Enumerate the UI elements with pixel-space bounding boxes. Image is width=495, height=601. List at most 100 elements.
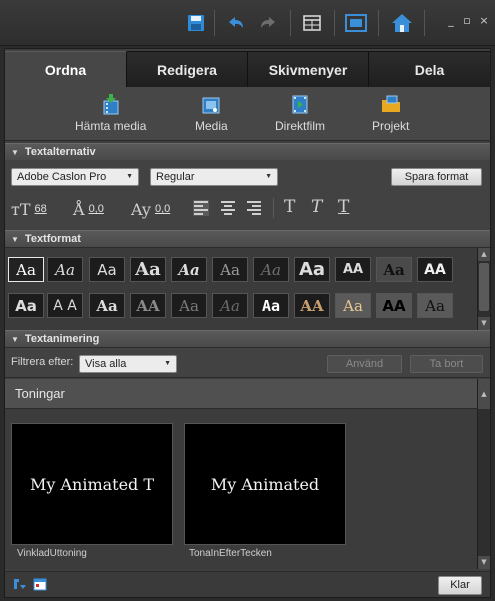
project-label: Projekt <box>372 119 410 133</box>
dropdown-arrow-icon: ▼ <box>164 360 171 367</box>
text-style-swatch[interactable]: Aa <box>8 257 44 282</box>
font-family-value: Adobe Caslon Pro <box>17 171 107 183</box>
text-style-swatch[interactable]: AA <box>376 293 412 318</box>
animation-thumbnail[interactable]: My Animated T <box>11 423 173 545</box>
text-format-header[interactable]: ▼ Textformat <box>5 230 490 248</box>
italic-text-icon[interactable]: T <box>311 197 322 217</box>
text-animation-header[interactable]: ▼ Textanimering <box>5 330 490 348</box>
organizer-panel: Ordna Redigera Skivmenyer Dela Hämta med… <box>4 48 491 598</box>
calendar-icon[interactable] <box>33 577 47 591</box>
align-center-icon[interactable] <box>221 201 237 215</box>
scrollbar-thumb[interactable] <box>479 263 489 311</box>
animation-thumbnail[interactable]: My Animated <box>184 423 346 545</box>
redo-icon[interactable] <box>256 11 280 35</box>
font-size-control[interactable]: ᴛT 68 <box>11 199 47 219</box>
text-style-swatch[interactable]: AA <box>130 293 166 318</box>
text-style-swatch[interactable]: Aa <box>335 293 371 318</box>
tab-bar: Ordna Redigera Skivmenyer Dela <box>5 51 490 87</box>
close-button[interactable]: × <box>477 14 491 28</box>
scroll-down-icon[interactable]: ▼ <box>478 317 490 330</box>
kerning-icon: Ay <box>131 199 151 219</box>
animation-gallery: Toningar My Animated T VinkladUttoning M… <box>5 379 490 569</box>
text-style-swatch[interactable]: Aa <box>171 293 207 318</box>
text-style-swatch[interactable]: Aa <box>171 257 207 282</box>
text-style-swatch[interactable]: Aa <box>294 257 330 282</box>
leading-value[interactable]: 0,0 <box>89 203 104 215</box>
tab-dela[interactable]: Dela <box>369 51 490 87</box>
text-style-swatch[interactable]: Aa <box>376 257 412 282</box>
text-style-swatch[interactable]: Aa <box>417 293 453 318</box>
text-animation-title: Textanimering <box>24 333 100 345</box>
text-style-swatch[interactable]: Aa <box>130 257 166 282</box>
text-style-swatch[interactable]: Aa <box>212 257 248 282</box>
text-style-swatch[interactable]: AA <box>294 293 330 318</box>
leading-icon: Å <box>73 199 85 219</box>
text-style-swatch[interactable]: Aa <box>212 293 248 318</box>
project-folder-icon <box>381 95 400 112</box>
bold-text-icon[interactable]: T <box>284 197 295 217</box>
text-style-swatch[interactable]: Aa <box>253 257 289 282</box>
apply-button[interactable]: Använd <box>327 355 402 373</box>
expand-panel-icon[interactable] <box>13 577 27 591</box>
text-style-swatch[interactable]: Aa <box>47 257 83 282</box>
remove-button[interactable]: Ta bort <box>410 355 483 373</box>
text-style-swatch[interactable]: Aa <box>89 257 125 282</box>
text-style-swatch[interactable]: Aa <box>8 293 44 318</box>
text-options-section: Adobe Caslon Pro ▼ Regular ▼ Spara forma… <box>5 160 490 230</box>
minimize-button[interactable]: _ <box>444 14 458 28</box>
save-icon[interactable] <box>184 11 208 35</box>
grid-view-icon[interactable] <box>300 11 324 35</box>
kerning-control[interactable]: Ay 0,0 <box>131 199 170 219</box>
text-style-swatch[interactable]: Aa <box>89 293 125 318</box>
text-style-swatch[interactable]: Aa <box>253 293 289 318</box>
text-options-title: Textalternativ <box>24 146 96 158</box>
instant-movie-button[interactable]: Direktfilm <box>275 93 325 133</box>
project-button[interactable]: Projekt <box>372 93 409 133</box>
font-style-dropdown[interactable]: Regular ▼ <box>150 168 278 186</box>
collapse-arrow-icon: ▼ <box>11 234 19 244</box>
media-button[interactable]: Media <box>195 93 228 133</box>
scroll-down-icon[interactable]: ▼ <box>478 556 490 569</box>
text-style-swatch[interactable]: A A <box>47 293 83 318</box>
gallery-heading: Toningar <box>5 379 477 409</box>
text-options-header[interactable]: ▼ Textalternativ <box>5 143 490 161</box>
align-right-icon[interactable] <box>247 201 263 215</box>
bottom-bar: Klar <box>5 571 490 597</box>
text-style-swatch[interactable]: AA <box>417 257 453 282</box>
get-media-label: Hämta media <box>75 119 147 133</box>
fit-window-icon[interactable] <box>344 11 368 35</box>
instant-movie-label: Direktfilm <box>275 119 325 133</box>
align-left-icon[interactable] <box>193 200 209 216</box>
text-style-swatch[interactable]: AA <box>335 257 371 282</box>
tab-skivmenyer[interactable]: Skivmenyer <box>248 51 369 87</box>
kerning-value[interactable]: 0,0 <box>155 203 170 215</box>
media-label: Media <box>195 119 228 133</box>
text-format-grid: Aa Aa Aa Aa Aa Aa Aa Aa AA Aa AA Aa A A … <box>5 248 490 330</box>
get-media-button[interactable]: Hämta media <box>75 93 146 133</box>
scroll-up-icon[interactable]: ▲ <box>478 248 490 261</box>
font-size-icon: ᴛT <box>11 199 31 219</box>
animation-filter-row: Filtrera efter: Visa alla ▼ Använd Ta bo… <box>5 348 490 378</box>
font-family-dropdown[interactable]: Adobe Caslon Pro ▼ <box>11 168 139 186</box>
get-media-icon <box>103 94 119 115</box>
gallery-scrollbar[interactable]: ▲ ▼ <box>477 379 490 569</box>
home-icon[interactable] <box>390 11 414 35</box>
top-toolbar: _ ▫ × <box>0 0 495 46</box>
done-button[interactable]: Klar <box>438 576 482 595</box>
maximize-button[interactable]: ▫ <box>460 14 474 28</box>
leading-control[interactable]: Å 0,0 <box>73 199 104 219</box>
save-format-button[interactable]: Spara format <box>391 168 482 186</box>
undo-icon[interactable] <box>224 11 248 35</box>
underline-text-icon[interactable]: T <box>338 197 349 217</box>
scroll-up-icon[interactable]: ▲ <box>478 379 490 409</box>
action-row: Hämta media Media Direktfilm Projekt <box>5 87 490 141</box>
tab-ordna[interactable]: Ordna <box>5 51 127 87</box>
filter-dropdown[interactable]: Visa alla ▼ <box>79 355 177 373</box>
font-size-value[interactable]: 68 <box>35 203 47 215</box>
text-format-scrollbar[interactable]: ▲ ▼ <box>477 248 490 330</box>
tab-redigera[interactable]: Redigera <box>127 51 248 87</box>
thumbnail-label: TonaInEfterTecken <box>189 548 272 559</box>
filter-label: Filtrera efter: <box>11 356 74 368</box>
media-icon <box>202 97 220 114</box>
thumbnail-preview-text: My Animated <box>210 474 320 494</box>
